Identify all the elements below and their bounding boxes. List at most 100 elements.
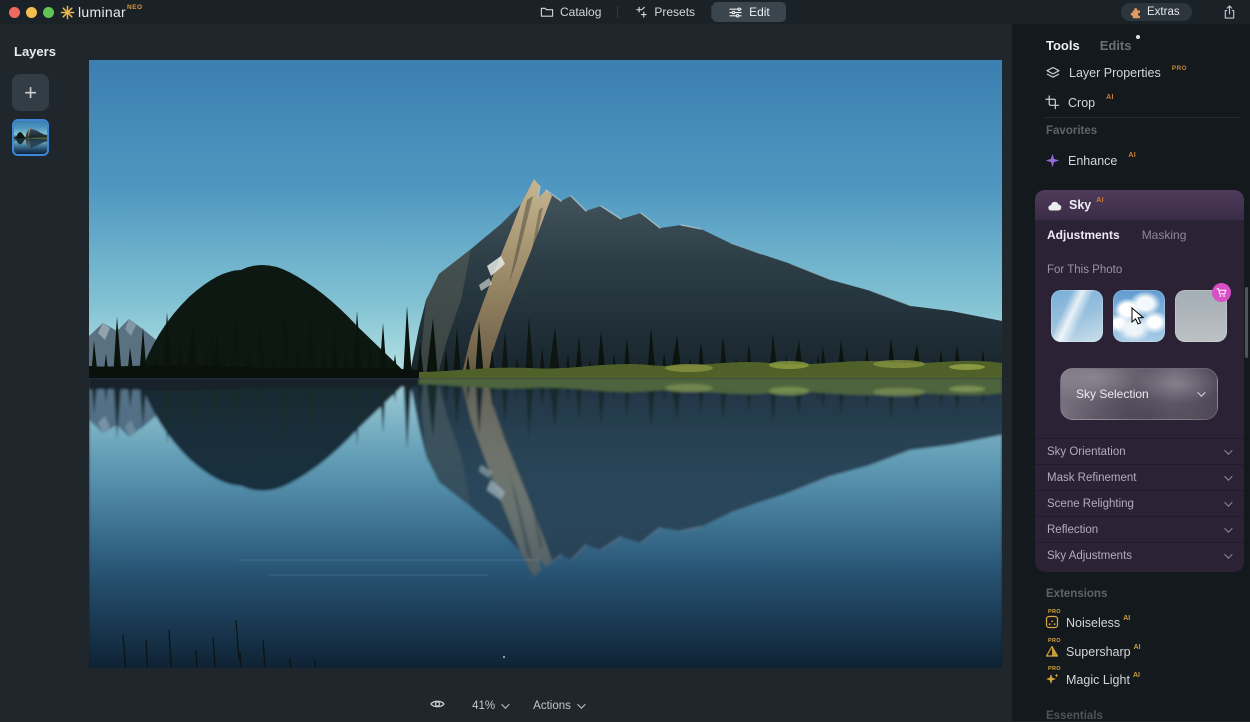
app-logo: luminar NEO: [60, 3, 143, 21]
section-mask-refinement[interactable]: Mask Refinement: [1035, 464, 1244, 490]
extras-button[interactable]: Extras: [1121, 3, 1192, 21]
chevron-down-icon: [1224, 471, 1233, 481]
sliders-icon: [729, 6, 742, 18]
app-name-suffix: NEO: [127, 3, 143, 11]
enhance-sparkle-icon: [1045, 153, 1060, 168]
noiseless-icon: [1045, 615, 1059, 629]
section-label: Scene Relighting: [1047, 497, 1134, 510]
chevron-down-icon: [1224, 549, 1233, 559]
tab-catalog-label: Catalog: [560, 5, 602, 19]
ai-badge: AI: [1106, 94, 1114, 101]
chevron-down-icon: [501, 699, 510, 709]
eye-icon: [430, 700, 445, 708]
magic-light-icon: [1046, 673, 1059, 684]
section-label: Mask Refinement: [1047, 471, 1137, 484]
pro-badge: PRO: [1171, 64, 1188, 72]
section-reflection[interactable]: Reflection: [1035, 516, 1244, 542]
section-label: Reflection: [1047, 523, 1099, 536]
section-label: Sky Adjustments: [1047, 549, 1133, 562]
section-label: Sky Orientation: [1047, 445, 1126, 458]
sky-tool-title: Sky: [1069, 198, 1092, 212]
chevron-down-icon: [1224, 497, 1233, 507]
pro-badge: PRO: [1048, 666, 1061, 672]
cart-icon: [1216, 288, 1227, 297]
chevron-down-icon: [1224, 445, 1233, 455]
sky-preset-wispy-clouds[interactable]: [1051, 290, 1103, 342]
layer-thumbnail-selected[interactable]: [12, 119, 49, 156]
tab-catalog[interactable]: Catalog: [524, 2, 617, 22]
section-scene-relighting[interactable]: Scene Relighting: [1035, 490, 1244, 516]
chevron-down-icon: [1224, 523, 1233, 533]
extension-label: Supersharp: [1066, 645, 1131, 659]
extension-supersharp[interactable]: PRO Supersharp AI: [1045, 638, 1141, 660]
add-layer-button[interactable]: +: [12, 74, 49, 111]
extension-magic-light[interactable]: PRO Magic Light AI: [1045, 666, 1140, 688]
tab-edit[interactable]: Edit: [712, 2, 786, 22]
ai-badge: AI: [1123, 614, 1131, 622]
app-name: luminar: [78, 4, 127, 20]
zoom-level-control[interactable]: 41%: [472, 699, 510, 712]
tab-presets[interactable]: Presets: [618, 2, 711, 22]
tab-edits-label: Edits: [1099, 38, 1132, 53]
mode-tabs: Catalog Presets Edit: [524, 0, 786, 24]
chevron-down-icon: [1197, 388, 1206, 397]
luminar-star-icon: [60, 5, 75, 19]
statusbar: 41% Actions: [0, 690, 1012, 721]
cart-badge: [1212, 283, 1231, 302]
layer-thumbnail-image: [14, 121, 47, 154]
ai-badge: AI: [1133, 643, 1141, 651]
layers-icon: [1046, 66, 1060, 78]
crop-icon: [1045, 95, 1060, 110]
share-button[interactable]: [1222, 4, 1237, 25]
divider: [1045, 117, 1240, 118]
panel-scrollbar[interactable]: [1245, 287, 1248, 358]
ai-badge: AI: [1096, 196, 1104, 204]
section-sky-orientation[interactable]: Sky Orientation: [1035, 438, 1244, 464]
for-this-photo-label: For This Photo: [1047, 264, 1123, 276]
actions-menu[interactable]: Actions: [533, 699, 586, 712]
tool-crop-label: Crop: [1068, 95, 1096, 110]
tool-enhance[interactable]: Enhance AI: [1045, 152, 1136, 168]
cloud-icon: [1048, 201, 1062, 211]
chevron-down-icon: [577, 699, 586, 709]
pro-badge: PRO: [1048, 609, 1061, 615]
folder-icon: [540, 7, 554, 17]
puzzle-icon: [1130, 7, 1140, 18]
preview-eye-button[interactable]: [429, 698, 446, 713]
edits-notification-dot: [1135, 35, 1140, 39]
zoom-level-value: 41%: [472, 699, 496, 712]
close-window-button[interactable]: [9, 6, 20, 18]
sky-selection-dropdown[interactable]: Sky Selection: [1060, 368, 1218, 420]
essentials-header: Essentials: [1046, 710, 1103, 722]
photo-canvas[interactable]: [89, 60, 1002, 722]
extensions-header: Extensions: [1046, 588, 1108, 600]
extension-label: Noiseless: [1066, 616, 1121, 630]
sky-tab-adjustments[interactable]: Adjustments: [1047, 228, 1120, 242]
sky-selection-label: Sky Selection: [1076, 387, 1149, 401]
pro-badge: PRO: [1048, 638, 1061, 644]
extension-label: Magic Light: [1066, 673, 1130, 687]
tab-edits[interactable]: Edits: [1099, 35, 1140, 53]
sky-tool-panel: Sky AI Adjustments Masking For This Phot…: [1035, 190, 1244, 572]
minimize-window-button[interactable]: [26, 6, 37, 18]
titlebar: luminar NEO Catalog Presets Edit Extras: [0, 0, 1250, 24]
favorites-header: Favorites: [1046, 125, 1098, 137]
sky-tab-masking[interactable]: Masking: [1142, 228, 1187, 242]
extension-noiseless[interactable]: PRO Noiseless AI: [1045, 609, 1131, 631]
tool-crop[interactable]: Crop AI: [1045, 94, 1114, 110]
share-icon: [1224, 5, 1235, 19]
mouse-cursor: [1131, 306, 1145, 330]
tool-enhance-label: Enhance: [1068, 153, 1118, 168]
ai-badge: AI: [1132, 671, 1140, 679]
supersharp-icon: [1045, 645, 1059, 657]
layers-panel-title: Layers: [14, 44, 56, 59]
sparkle-icon: [636, 6, 648, 18]
ai-badge: AI: [1128, 152, 1136, 159]
sky-tool-header[interactable]: Sky AI: [1035, 190, 1244, 220]
actions-menu-label: Actions: [533, 699, 571, 712]
tab-tools[interactable]: Tools: [1046, 38, 1080, 53]
section-sky-adjustments[interactable]: Sky Adjustments: [1035, 542, 1244, 568]
tool-layer-properties[interactable]: Layer Properties PRO: [1045, 64, 1188, 80]
zoom-window-button[interactable]: [43, 6, 54, 18]
extras-button-label: Extras: [1147, 6, 1180, 18]
